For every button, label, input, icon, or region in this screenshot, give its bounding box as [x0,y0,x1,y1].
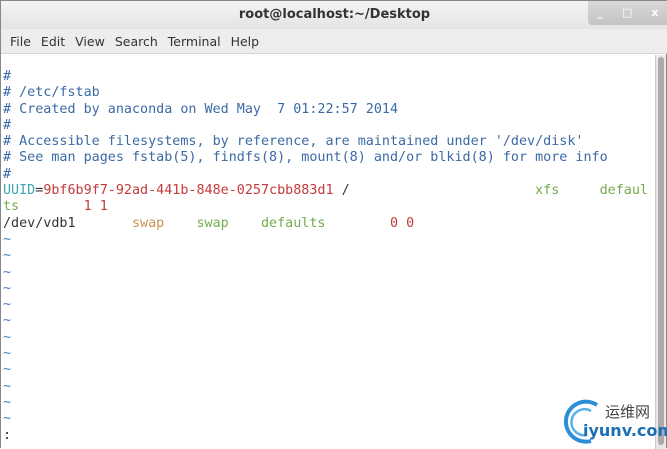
scrollbar-thumb[interactable] [658,57,664,445]
empty-line-tilde: ~ [3,231,12,247]
empty-line-tilde: ~ [3,346,12,362]
dump-pass: 1 1 [83,199,108,215]
menu-view[interactable]: View [70,34,110,49]
comment-line: # Accessible filesystems, by reference, … [3,134,584,150]
empty-line-tilde: ~ [3,280,12,296]
command-line[interactable]: : [3,428,657,444]
empty-line-tilde: ~ [3,411,12,427]
dump-pass: 0 0 [390,215,415,231]
watermark-cn: 运维网 [605,403,651,421]
mount-point: swap [132,215,165,231]
watermark-logo: 运维网 iyunv.com [561,399,667,445]
close-button[interactable]: x [651,0,658,27]
uuid-key: UUID [3,183,36,199]
empty-line-tilde: ~ [3,329,12,345]
maximize-button[interactable]: □ [622,0,632,27]
menu-search[interactable]: Search [110,34,163,49]
empty-line-tilde: ~ [3,313,12,329]
fs-type: xfs [535,183,560,199]
terminal-content[interactable]: # # /etc/fstab # Created by anaconda on … [1,55,657,449]
title-bar: root@localhost:~/Desktop _ □ x [1,1,667,29]
menu-terminal[interactable]: Terminal [163,34,226,49]
window-title: root@localhost:~/Desktop [238,7,431,22]
options-wrap: ts [3,199,20,215]
fstab-root-entry-wrap: ts 1 1 [3,199,657,215]
menu-help[interactable]: Help [226,34,265,49]
empty-line-tilde: ~ [3,378,12,394]
menu-file[interactable]: File [5,34,36,49]
comment-line: # [3,117,12,133]
empty-line-tilde: ~ [3,248,12,264]
empty-line-tilde: ~ [3,394,12,410]
scrollbar[interactable] [655,55,666,449]
options: defaults [261,215,326,231]
empty-line-tilde: ~ [3,297,12,313]
watermark-en: iyunv.com [583,421,667,440]
comment-line: # See man pages fstab(5), findfs(8), mou… [3,150,608,166]
comment-line: # [3,69,12,84]
uuid-value: 9bf6b9f7-92ad-441b-848e-0257cbb883d1 [43,183,334,199]
minimize-button[interactable]: _ [597,0,603,27]
mount-point: / [333,183,350,199]
comment-line: # Created by anaconda on Wed May 7 01:22… [3,101,399,117]
comment-line: # /etc/fstab [3,85,100,101]
device: /dev/vdb1 [3,215,76,231]
empty-line-tilde: ~ [3,264,12,280]
fstab-swap-entry: /dev/vdb1 swap swap defaults 0 0 [3,216,657,232]
fs-type: swap [196,215,229,231]
options: defaul [599,183,648,199]
window-controls: _ □ x [588,1,667,25]
comment-line: # [3,166,12,182]
empty-line-tilde: ~ [3,362,12,378]
menu-edit[interactable]: Edit [36,34,70,49]
menu-bar: File Edit View Search Terminal Help [1,29,667,54]
fstab-root-entry: UUID=9bf6b9f7-92ad-441b-848e-0257cbb883d… [3,183,657,199]
